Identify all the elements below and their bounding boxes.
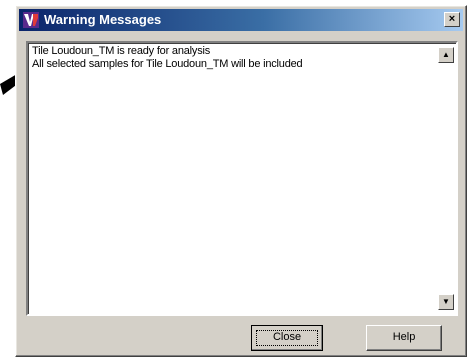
messages-list: Tile Loudoun_TM is ready for analysis Al… (32, 45, 434, 71)
window-close-button[interactable]: × (444, 12, 460, 27)
messages-textarea[interactable]: Tile Loudoun_TM is ready for analysis Al… (26, 41, 458, 316)
help-button-label: Help (392, 331, 416, 343)
message-line: Tile Loudoun_TM is ready for analysis (32, 45, 211, 57)
message-line: All selected samples for Tile Loudoun_TM… (32, 58, 303, 70)
scroll-up-button[interactable]: ▲ (438, 47, 454, 63)
scroll-down-button[interactable]: ▼ (438, 294, 454, 310)
window-title: Warning Messages (44, 12, 162, 27)
close-button[interactable]: Close (251, 325, 323, 351)
app-logo-icon (23, 12, 39, 28)
vertical-scrollbar[interactable]: ▲ ▼ (438, 45, 454, 312)
warning-messages-dialog: Warning Messages × Tile Loudoun_TM is re… (15, 5, 467, 357)
help-button[interactable]: Help (366, 325, 442, 351)
title-bar[interactable]: Warning Messages × (19, 9, 463, 31)
focus-rectangle (256, 330, 318, 346)
